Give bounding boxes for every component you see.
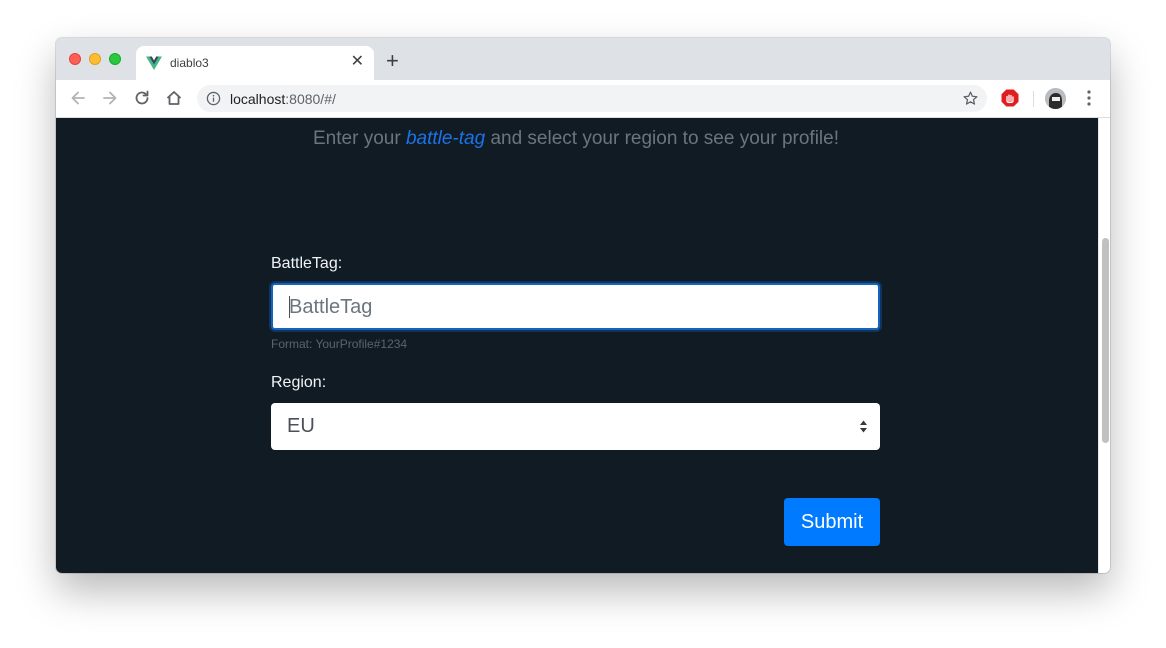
select-arrows-icon [860, 420, 867, 433]
home-icon[interactable] [164, 88, 184, 108]
tab-title: diablo3 [170, 56, 209, 70]
region-selected-value: EU [287, 415, 315, 437]
avatar-icon [1045, 88, 1066, 109]
close-window-button[interactable] [69, 53, 81, 65]
browser-toolbar: localhost:8080/#/ [56, 80, 1110, 118]
profile-avatar[interactable] [1045, 88, 1066, 109]
url-text[interactable]: localhost:8080/#/ [230, 91, 336, 107]
url-host: localhost [230, 91, 286, 107]
bookmark-star-icon[interactable] [962, 90, 979, 107]
battletag-help-text: Format: YourProfile#1234 [271, 337, 408, 351]
battletag-label: BattleTag: [271, 255, 343, 272]
tab-strip: diablo3 ✕ + [56, 38, 1110, 80]
browser-window: diablo3 ✕ + localhost:8080/#/ Enter your… [56, 38, 1110, 573]
subtitle-highlight: battle-tag [405, 128, 486, 149]
reload-icon[interactable] [132, 88, 152, 108]
tab-diablo3[interactable]: diablo3 ✕ [136, 46, 374, 80]
toolbar-separator [1033, 91, 1034, 107]
forward-arrow-icon[interactable] [100, 88, 120, 108]
close-tab-icon[interactable]: ✕ [351, 53, 364, 71]
subtitle-text-after: and select your region to see your profi… [485, 128, 839, 149]
page-subtitle: Enter your battle-tag and select your re… [56, 128, 1096, 150]
region-select[interactable]: EU [271, 403, 880, 450]
page-content: Enter your battle-tag and select your re… [56, 118, 1098, 573]
page-scrollbar[interactable] [1098, 118, 1110, 573]
maximize-window-button[interactable] [109, 53, 121, 65]
new-tab-button[interactable]: + [386, 50, 399, 72]
adblock-extension-icon[interactable] [1001, 89, 1019, 107]
more-vert-icon[interactable] [1081, 89, 1097, 107]
submit-button[interactable]: Submit [784, 498, 880, 546]
subtitle-text-before: Enter your [313, 128, 406, 149]
battletag-input-wrapper[interactable] [271, 283, 880, 330]
address-bar[interactable]: localhost:8080/#/ [197, 85, 987, 112]
url-path: :8080/#/ [285, 91, 336, 107]
vue-logo-icon [146, 56, 162, 70]
battletag-input[interactable] [287, 285, 871, 330]
scrollbar-thumb[interactable] [1102, 238, 1109, 443]
region-label: Region: [271, 374, 327, 391]
minimize-window-button[interactable] [89, 53, 101, 65]
back-arrow-icon[interactable] [68, 88, 88, 108]
info-icon[interactable] [206, 91, 221, 106]
